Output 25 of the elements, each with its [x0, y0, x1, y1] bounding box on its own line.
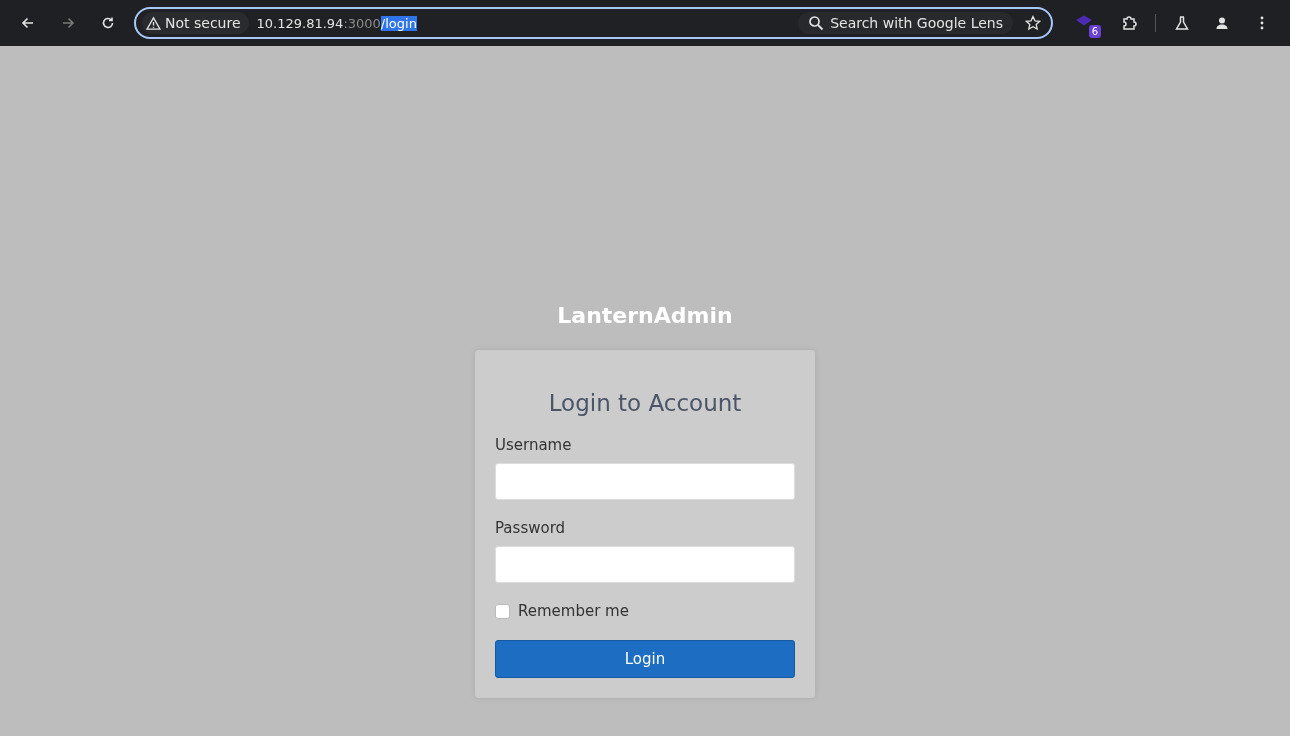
login-button[interactable]: Login [495, 640, 795, 678]
url-text: 10.129.81.94:3000/login [256, 15, 417, 31]
remember-label[interactable]: Remember me [518, 602, 629, 620]
security-chip[interactable]: Not secure [142, 12, 249, 34]
puzzle-icon[interactable] [1121, 15, 1137, 31]
field-label: Username [495, 436, 572, 454]
brand-title: LanternAdmin [557, 303, 733, 328]
flask-icon[interactable] [1174, 15, 1190, 31]
warning-icon [146, 15, 161, 31]
reload-icon[interactable] [100, 15, 116, 31]
extension-badge: 6 [1088, 25, 1101, 38]
profile-icon[interactable] [1214, 15, 1230, 31]
input-field[interactable] [495, 463, 795, 500]
input-field[interactable] [495, 546, 795, 583]
address-bar[interactable]: Not secure 10.129.81.94:3000/login Search with Google Lens [134, 7, 1053, 39]
search-icon [808, 15, 825, 31]
lens-label: Search with Google Lens [830, 15, 1003, 31]
star-icon[interactable] [1025, 15, 1041, 31]
forward-arrow-icon[interactable] [60, 15, 76, 31]
field-label: Password [495, 519, 566, 537]
lens-chip[interactable]: Search with Google Lens [798, 12, 1013, 34]
login-heading: Login to Account [547, 390, 743, 416]
remember-checkbox[interactable] [495, 603, 510, 619]
security-label: Not secure [165, 15, 241, 31]
back-arrow-icon[interactable] [20, 15, 36, 31]
